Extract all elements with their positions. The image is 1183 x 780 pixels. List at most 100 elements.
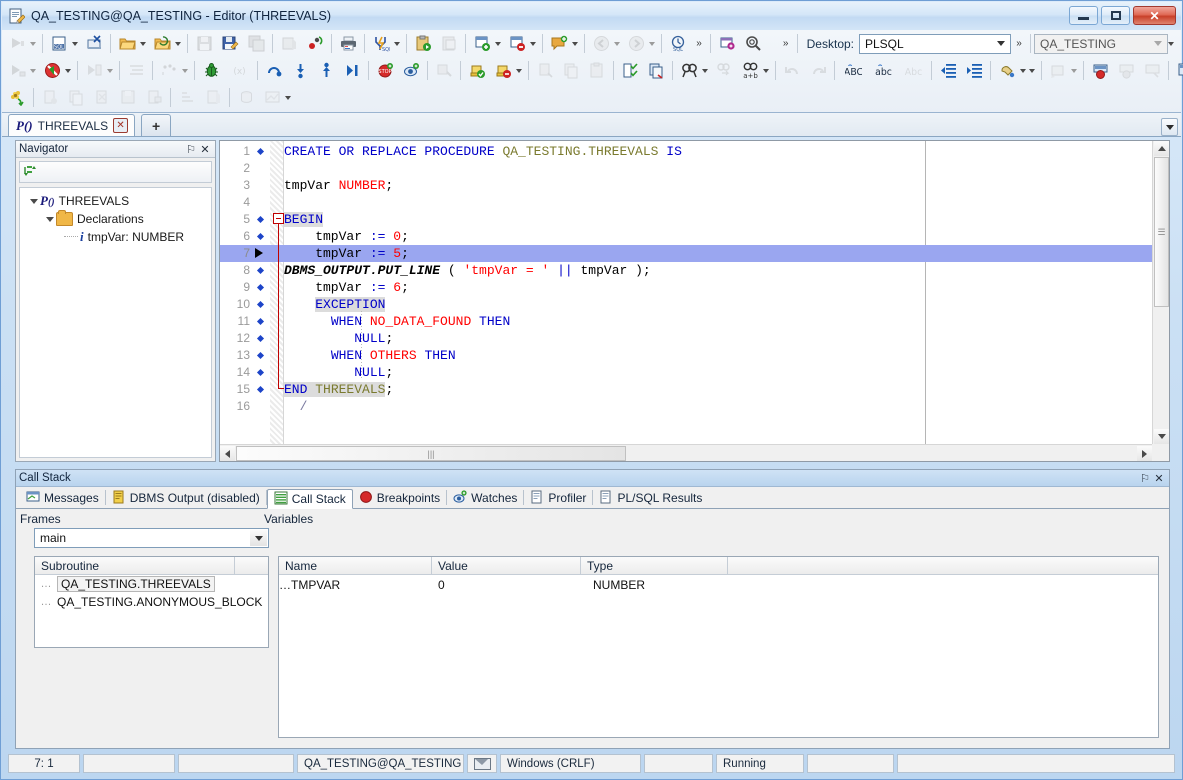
check-syntax-icon[interactable] <box>617 58 643 83</box>
close-icon[interactable]: ✕ <box>198 142 212 156</box>
cut-icon[interactable] <box>532 58 558 83</box>
report-dropdown-caret[interactable] <box>285 96 291 100</box>
uppercase-icon[interactable]: ABC <box>838 58 868 83</box>
executable-line-marker-icon[interactable] <box>258 217 263 222</box>
code-line[interactable]: 4 <box>220 194 1152 211</box>
executable-line-marker-icon[interactable] <box>258 285 263 290</box>
execute-icon[interactable] <box>4 31 30 56</box>
maximize-button[interactable] <box>1101 6 1130 25</box>
code-line[interactable]: 1CREATE OR REPLACE PROCEDURE QA_TESTING.… <box>220 143 1152 160</box>
frame-row-1[interactable]: … QA_TESTING.ANONYMOUS_BLOCK <box>35 593 268 611</box>
beautifier-icon[interactable] <box>994 58 1020 83</box>
desktop-select[interactable]: PLSQL <box>859 34 1011 54</box>
variables-grid[interactable]: Name Value Type … TMPVAR 0 NUMBER <box>278 556 1159 738</box>
tab-dbms-output[interactable]: DBMS Output (disabled) <box>106 488 266 508</box>
code-line[interactable]: 12 NULL; <box>220 330 1152 347</box>
step-into-icon[interactable] <box>287 58 313 83</box>
comment-icon[interactable] <box>546 31 572 56</box>
trace-icon[interactable] <box>431 58 457 83</box>
compile-icon[interactable] <box>276 31 302 56</box>
column-header-name[interactable]: Name <box>279 557 432 575</box>
variable-row-0[interactable]: … TMPVAR 0 NUMBER <box>279 575 1158 594</box>
code-line[interactable]: 5BEGIN <box>220 211 1152 228</box>
code-line[interactable]: 10 EXCEPTION <box>220 296 1152 313</box>
template-icon[interactable] <box>1045 58 1071 83</box>
close-tab-icon[interactable] <box>504 31 530 56</box>
post-record-icon[interactable] <box>115 85 141 110</box>
executable-line-marker-icon[interactable] <box>258 234 263 239</box>
code-editor[interactable]: 1CREATE OR REPLACE PROCEDURE QA_TESTING.… <box>219 140 1170 462</box>
code-line[interactable]: 14 NULL; <box>220 364 1152 381</box>
chevron-down-icon[interactable] <box>250 530 267 546</box>
sql-window-icon[interactable]: SQL <box>46 31 72 56</box>
execute-dropdown-caret[interactable] <box>30 42 36 46</box>
tree-node-threevals[interactable]: P() THREEVALS <box>24 192 211 210</box>
add-record-icon[interactable] <box>37 85 63 110</box>
open-folder-icon[interactable] <box>114 31 140 56</box>
save-as-icon[interactable] <box>217 31 243 56</box>
pin-icon[interactable]: ⚐ <box>184 142 198 156</box>
titlecase-icon[interactable]: Abc <box>898 58 928 83</box>
session-icon[interactable] <box>714 31 740 56</box>
break-dropdown-caret[interactable] <box>65 69 71 73</box>
code-lines[interactable]: 1CREATE OR REPLACE PROCEDURE QA_TESTING.… <box>220 141 1152 444</box>
tab-call-stack[interactable]: Call Stack <box>267 489 353 509</box>
code-area[interactable]: 1CREATE OR REPLACE PROCEDURE QA_TESTING.… <box>220 141 1152 444</box>
connection-dropdown-caret[interactable] <box>1168 42 1174 46</box>
tab-messages[interactable]: Messages <box>20 488 105 508</box>
beautifier-dropdown-caret[interactable] <box>1020 69 1026 73</box>
forward-icon[interactable] <box>623 31 649 56</box>
list-icon[interactable] <box>123 58 149 83</box>
scroll-left-button[interactable] <box>220 446 235 461</box>
executable-line-marker-icon[interactable] <box>258 302 263 307</box>
duplicate-record-icon[interactable] <box>63 85 89 110</box>
explain-plan-icon[interactable]: SQL <box>368 31 394 56</box>
editor-vertical-scrollbar[interactable]: ☰ <box>1152 141 1169 444</box>
tab-threevals[interactable]: P() THREEVALS ✕ <box>8 114 135 136</box>
toolbar-overflow-1[interactable]: » <box>691 32 707 55</box>
reopen-icon[interactable] <box>149 31 175 56</box>
code-line[interactable]: 11 WHEN NO_DATA_FOUND THEN <box>220 313 1152 330</box>
tab-profiler[interactable]: Profiler <box>524 488 592 508</box>
code-line[interactable]: 8DBMS_OUTPUT.PUT_LINE ( 'tmpVar = ' || t… <box>220 262 1152 279</box>
column-header-value[interactable]: Value <box>432 557 581 575</box>
add-tab-button[interactable]: + <box>141 114 171 136</box>
copy-grid-icon[interactable] <box>436 31 462 56</box>
variables-icon[interactable] <box>156 58 182 83</box>
template-dropdown-caret[interactable] <box>1071 69 1077 73</box>
comment-dropdown-caret[interactable] <box>572 42 578 46</box>
new-window-dropdown-caret[interactable] <box>495 42 501 46</box>
debug-bug-icon[interactable] <box>198 58 224 83</box>
copy-icon[interactable] <box>558 58 584 83</box>
connection-select[interactable]: QA_TESTING <box>1034 34 1168 54</box>
replace-dropdown-caret[interactable] <box>763 69 769 73</box>
toolbar-overflow-2[interactable]: » <box>778 32 794 55</box>
find-icon[interactable] <box>676 58 702 83</box>
close-button[interactable]: ✕ <box>1133 6 1176 25</box>
frames-list[interactable]: Subroutine … QA_TESTING.THREEVALS … QA_T… <box>34 556 269 648</box>
replace-icon[interactable]: a+b <box>737 58 763 83</box>
code-line[interactable]: 9 tmpVar := 6; <box>220 279 1152 296</box>
code-line[interactable]: 3tmpVar NUMBER; <box>220 177 1152 194</box>
close-icon[interactable]: ✕ <box>1152 471 1166 485</box>
close-window-icon[interactable] <box>81 31 107 56</box>
paste-run-icon[interactable] <box>410 31 436 56</box>
step-script-dropdown-caret[interactable] <box>107 69 113 73</box>
step-over-icon[interactable] <box>261 58 287 83</box>
expander-icon[interactable] <box>44 217 56 222</box>
find-object-icon[interactable] <box>740 31 766 56</box>
tree-node-declarations[interactable]: Declarations <box>24 210 211 228</box>
close-tab-dropdown-caret[interactable] <box>530 42 536 46</box>
chevron-down-icon[interactable] <box>1150 36 1166 52</box>
stop-debug-icon[interactable]: STOP <box>372 58 398 83</box>
indent-icon[interactable] <box>961 58 987 83</box>
explain-plan-dropdown-caret[interactable] <box>394 42 400 46</box>
tree-node-tmpvar[interactable]: i tmpVar: NUMBER <box>24 228 211 246</box>
code-line[interactable]: 7 tmpVar := 5; <box>220 245 1152 262</box>
toggle-breakpoint-icon[interactable] <box>1087 58 1113 83</box>
executable-line-marker-icon[interactable] <box>258 370 263 375</box>
back-dropdown-caret[interactable] <box>614 42 620 46</box>
rollback-dropdown-caret[interactable] <box>516 69 522 73</box>
tab-watches[interactable]: Watches <box>447 488 523 508</box>
code-line[interactable]: 15END THREEVALS; <box>220 381 1152 398</box>
